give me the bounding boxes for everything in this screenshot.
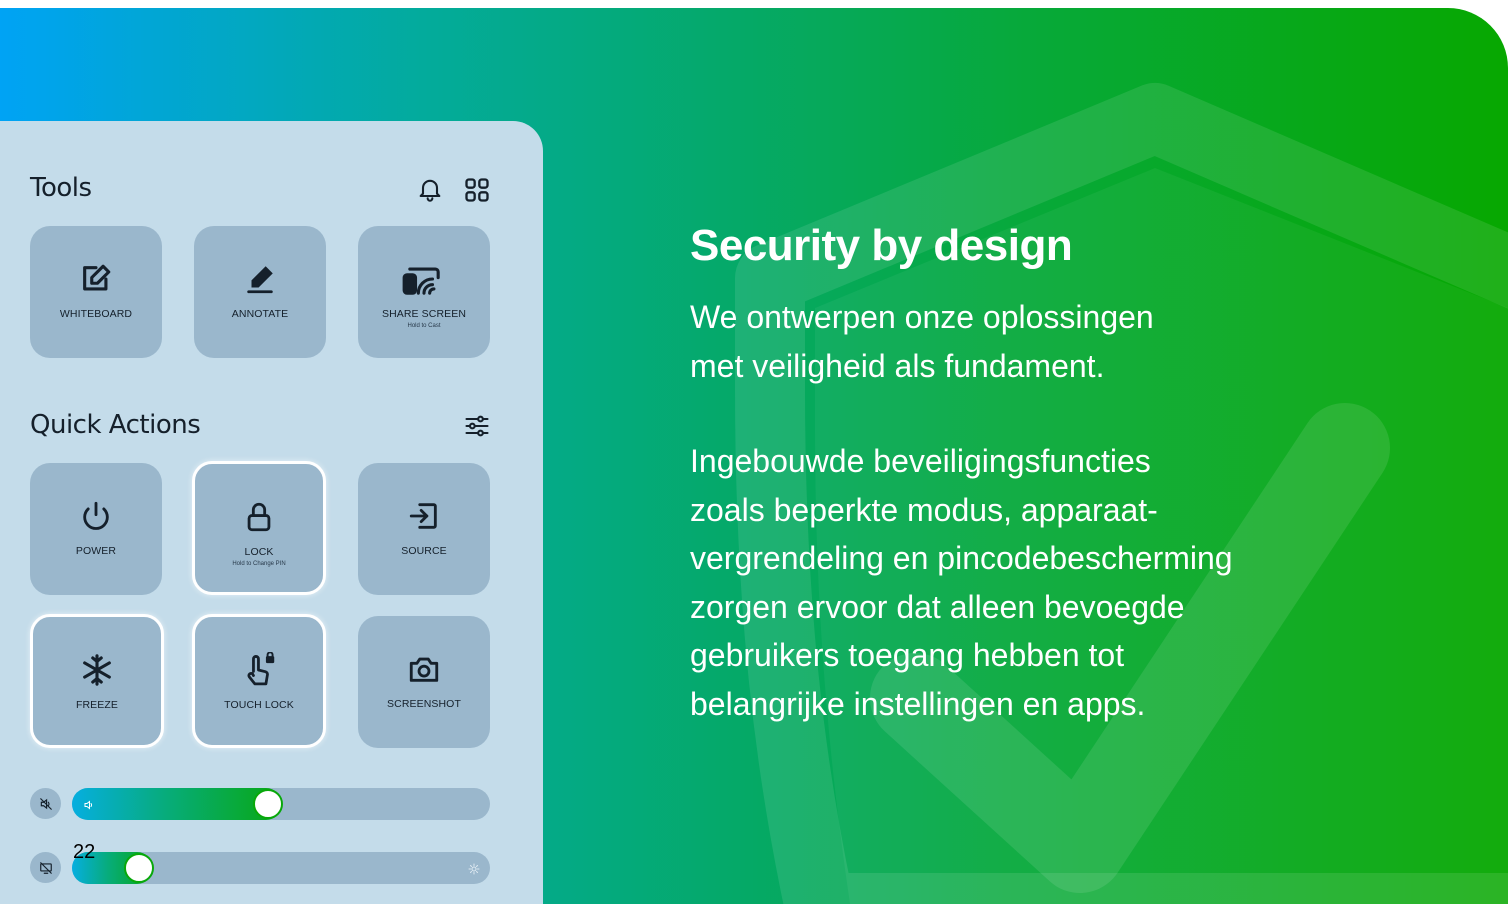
pen-icon <box>243 262 277 296</box>
lock-button[interactable]: LOCK Hold to Change PIN <box>192 461 326 595</box>
mute-icon[interactable] <box>30 788 61 819</box>
hero-paragraph-1: We ontwerpen onze oplossingen met veilig… <box>690 293 1310 390</box>
hero-paragraph-2-line: zorgen ervoor dat alleen bevoegde <box>690 588 1185 625</box>
share-screen-label: SHARE SCREEN <box>381 308 467 320</box>
whiteboard-button[interactable]: WHITEBOARD <box>30 226 162 358</box>
annotate-button[interactable]: ANNOTATE <box>194 226 326 358</box>
camera-icon <box>407 652 441 686</box>
hero-paragraph-2-line: gebruikers toegang hebben tot <box>690 637 1125 673</box>
freeze-label: FREEZE <box>75 699 119 711</box>
touch-lock-icon <box>242 652 276 687</box>
hero-paragraph-1-line: We ontwerpen onze oplossingen <box>690 299 1154 335</box>
sun-icon <box>468 862 480 880</box>
touch-lock-button[interactable]: TOUCH LOCK <box>192 614 326 748</box>
power-button[interactable]: POWER <box>30 463 162 595</box>
quick-actions-title: Quick Actions <box>30 410 201 440</box>
screenshot-button[interactable]: SCREENSHOT <box>358 616 490 748</box>
hero-paragraph-2-line: belangrijke instellingen en apps. <box>690 685 1146 722</box>
hero-paragraph-2-line: vergrendeling en pincodebescherming <box>690 540 1233 576</box>
control-panel: Tools WHITEBOARD ANNOTATE SHARE SCREEN H… <box>0 121 543 904</box>
touch-lock-label: TOUCH LOCK <box>224 699 294 711</box>
grid-icon[interactable] <box>463 176 491 204</box>
source-label: SOURCE <box>401 545 447 557</box>
hero-paragraph-2-line: zoals beperkte modus, apparaat- <box>690 491 1158 528</box>
source-button[interactable]: SOURCE <box>358 463 490 595</box>
share-screen-button[interactable]: SHARE SCREEN Hold to Cast <box>358 226 490 358</box>
brightness-thumb[interactable] <box>124 853 154 883</box>
share-screen-sublabel: Hold to Cast <box>407 323 441 329</box>
speaker-icon <box>83 798 95 816</box>
source-icon <box>406 499 442 533</box>
lock-label: LOCK <box>244 546 274 558</box>
volume-fill <box>72 788 282 820</box>
bell-icon[interactable] <box>416 175 444 203</box>
freeze-button[interactable]: FREEZE <box>30 614 164 748</box>
hero-title: Security by design <box>690 221 1073 270</box>
tools-title: Tools <box>30 173 92 203</box>
cast-icon <box>400 262 448 296</box>
annotate-label: ANNOTATE <box>231 308 289 320</box>
brightness-slider[interactable] <box>72 852 490 884</box>
volume-slider[interactable] <box>72 788 490 820</box>
power-label: POWER <box>75 545 117 557</box>
hero-paragraph-2-line: Ingebouwde beveiligingsfuncties <box>690 443 1151 479</box>
brightness-value: 22 <box>73 841 96 863</box>
sliders-icon[interactable] <box>462 412 492 440</box>
lock-sublabel: Hold to Change PIN <box>232 561 286 567</box>
screen-off-icon[interactable] <box>30 852 61 883</box>
hero-paragraph-1-line: met veiligheid als fundament. <box>690 347 1105 384</box>
hero-paragraph-2: Ingebouwde beveiligingsfuncties zoals be… <box>690 437 1310 728</box>
whiteboard-label: WHITEBOARD <box>59 308 133 320</box>
snowflake-icon <box>80 653 114 687</box>
lock-icon <box>242 500 276 534</box>
screenshot-label: SCREENSHOT <box>387 698 461 710</box>
whiteboard-icon <box>78 262 114 296</box>
power-icon <box>79 499 113 533</box>
volume-thumb[interactable] <box>253 789 283 819</box>
